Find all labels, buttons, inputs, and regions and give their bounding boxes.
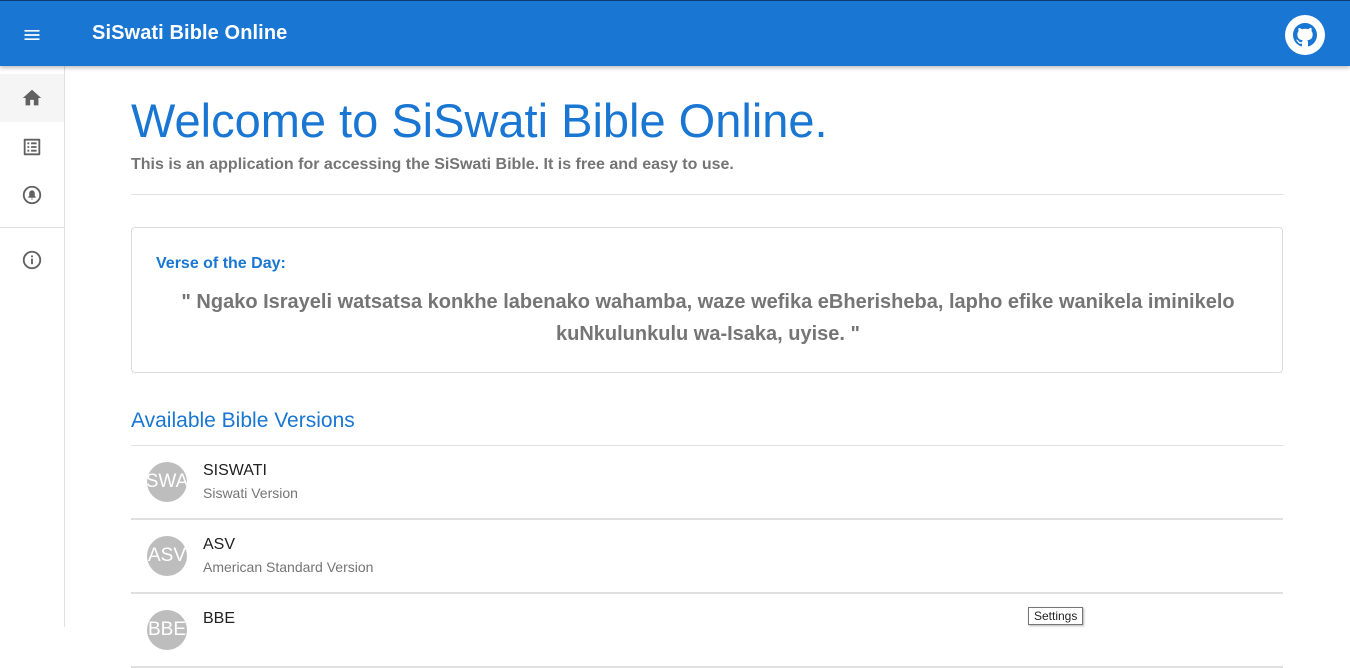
version-name: ASV [203,536,236,553]
divider [131,194,1283,195]
sidebar-item-alarm[interactable] [0,171,64,219]
github-button[interactable] [1285,15,1325,55]
sidebar-item-list[interactable] [0,123,64,171]
avatar: BBE [147,610,187,650]
page-title: Welcome to SiSwati Bible Online. [131,94,828,147]
info-icon [22,250,42,270]
version-name: SISWATI [203,462,267,479]
app-bar: SiSwati Bible Online [0,0,1350,66]
sidebar-divider [0,227,64,228]
avatar: ASV [147,536,187,576]
verse-text: " Ngako Israyeli watsatsa konkhe labenak… [181,291,1235,345]
alarm-bell-icon [22,185,42,205]
app-title: SiSwati Bible Online [92,22,288,44]
sidebar-item-home[interactable] [0,74,64,122]
github-icon [1293,23,1317,47]
settings-tooltip: Settings [1028,607,1084,625]
sidebar-item-about[interactable] [0,236,64,284]
version-description: American Standard Version [203,559,374,575]
sidebar [0,66,65,627]
versions-heading: Available Bible Versions [131,409,355,432]
avatar: SWA [147,462,187,502]
list-item[interactable]: BBE BBE [131,594,1283,668]
list-icon [23,138,41,156]
verse-of-the-day-card: Verse of the Day: " Ngako Israyeli watsa… [131,227,1283,373]
page-subtitle: This is an application for accessing the… [131,156,734,173]
list-item[interactable]: SWA SISWATI Siswati Version [131,446,1283,520]
menu-icon [24,30,40,40]
list-item[interactable]: ASV ASV American Standard Version [131,520,1283,594]
versions-list: SWA SISWATI Siswati Version ASV ASV Amer… [131,446,1283,668]
version-description: Siswati Version [203,485,298,501]
version-name: BBE [203,610,236,627]
home-icon [22,89,42,106]
verse-label: Verse of the Day: [156,255,286,272]
menu-button[interactable] [14,17,50,53]
